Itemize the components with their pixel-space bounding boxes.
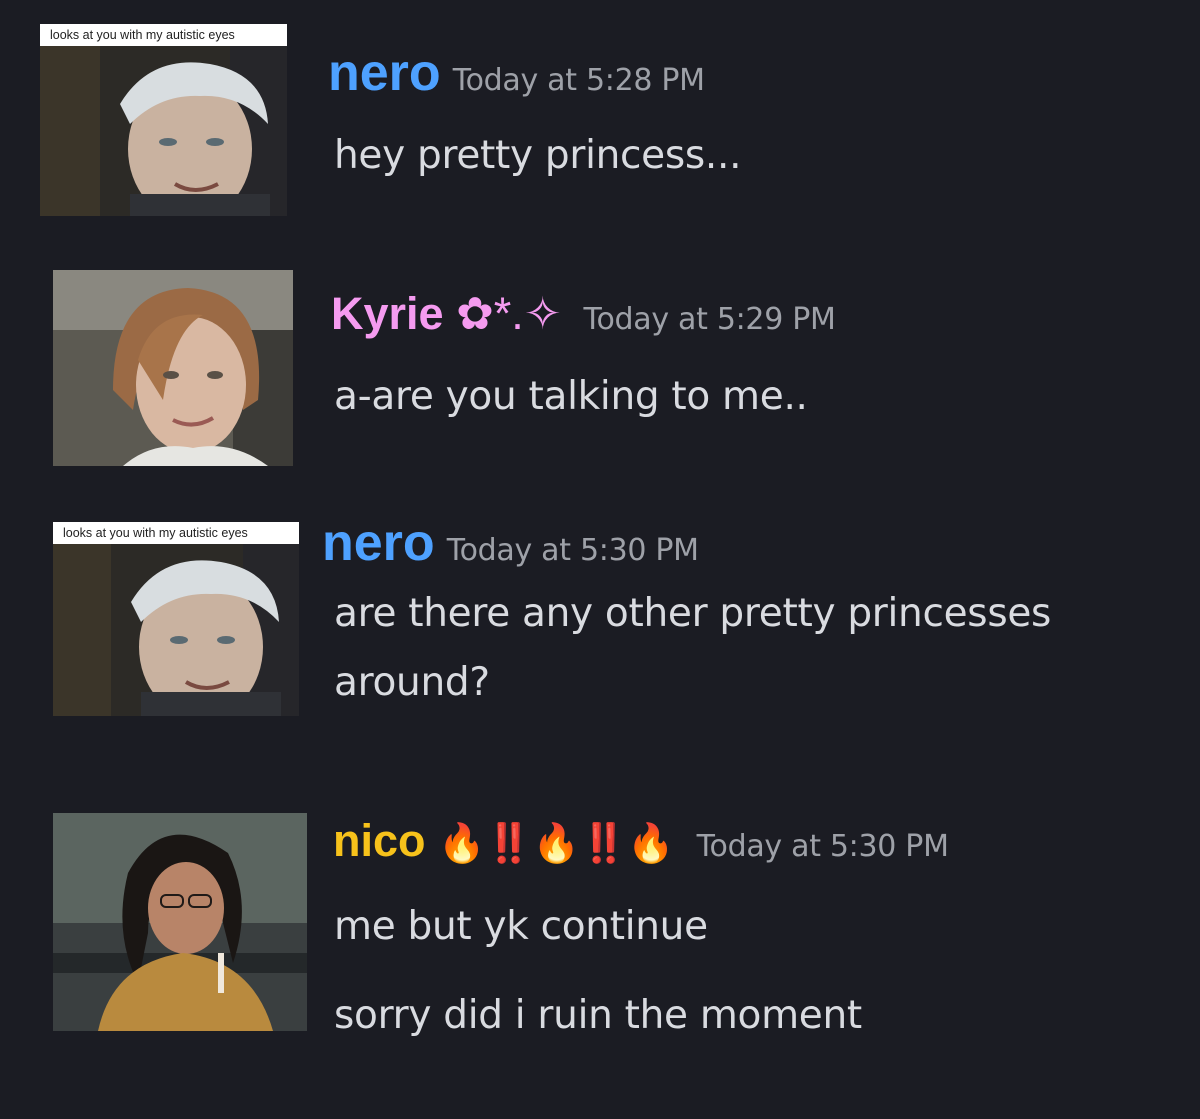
message-text: me but yk continue [334,904,708,949]
nero-portrait-image [53,522,299,716]
kyrie-portrait-image [53,270,293,466]
message-header: nero Today at 5:28 PM [328,43,705,103]
message-header: nero Today at 5:30 PM [322,513,699,573]
message-text: around? [334,660,490,705]
username-flair: ✿*.✧ [456,288,562,339]
timestamp: Today at 5:29 PM [583,302,836,337]
message-header: Kyrie ✿*.✧ Today at 5:29 PM [331,287,836,340]
avatar-nero[interactable]: looks at you with my autistic eyes [40,24,287,216]
timestamp: Today at 5:30 PM [696,829,949,864]
message-text: hey pretty princess... [334,133,742,178]
chat-log: looks at you with my autistic eyes nero T… [0,0,1200,1119]
username-kyrie-name: Kyrie [331,288,444,339]
message-text: a-are you talking to me.. [334,374,808,419]
avatar-nero[interactable]: looks at you with my autistic eyes [53,522,299,716]
timestamp: Today at 5:28 PM [452,63,705,98]
nero-portrait-image [40,24,287,216]
username-kyrie[interactable]: Kyrie ✿*.✧ [331,288,562,339]
username-nero[interactable]: nero [328,44,441,102]
username-nico[interactable]: nico 🔥‼️🔥‼️🔥 [333,815,675,866]
avatar-kyrie[interactable] [53,270,293,466]
timestamp: Today at 5:30 PM [446,533,699,568]
username-nero[interactable]: nero [322,514,435,572]
username-flair: 🔥‼️🔥‼️🔥 [438,823,675,865]
message-header: nico 🔥‼️🔥‼️🔥 Today at 5:30 PM [333,815,949,867]
username-nico-name: nico [333,815,426,866]
nico-portrait-image [53,813,307,1031]
avatar-caption: looks at you with my autistic eyes [53,522,299,544]
message-text: sorry did i ruin the moment [334,993,862,1038]
avatar-nico[interactable] [53,813,307,1031]
message-text: are there any other pretty princesses [334,591,1052,636]
avatar-caption: looks at you with my autistic eyes [40,24,287,46]
